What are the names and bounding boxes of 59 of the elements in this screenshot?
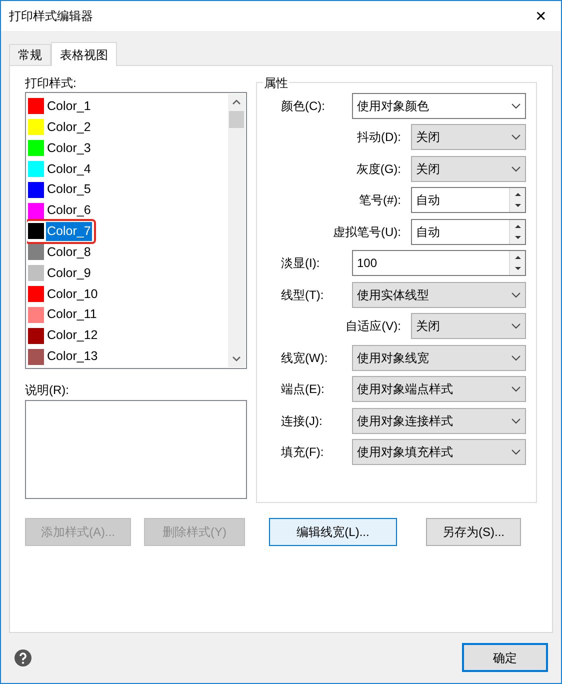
field-label: 淡显(I): xyxy=(281,256,320,270)
dropdown[interactable]: 关闭 xyxy=(411,313,526,340)
list-item[interactable]: Color_6 xyxy=(27,200,228,222)
field-label: 笔号(#): xyxy=(359,192,401,210)
field-label: 虚拟笔号(U): xyxy=(333,224,401,241)
action-button[interactable]: 另存为(S)... xyxy=(426,518,521,546)
scroll-thumb[interactable] xyxy=(229,111,244,128)
dropdown[interactable]: 使用对象颜色 xyxy=(352,92,526,119)
dropdown[interactable]: 使用对象填充样式 xyxy=(352,439,526,466)
list-item[interactable]: Color_2 xyxy=(27,116,228,138)
list-item[interactable]: Color_9 xyxy=(27,262,228,284)
chevron-down-icon xyxy=(511,449,521,456)
help-icon[interactable] xyxy=(14,648,32,666)
field-label: 自适应(V): xyxy=(346,318,401,336)
dropdown[interactable]: 关闭 xyxy=(411,124,526,150)
group-title: 属性 xyxy=(263,74,289,92)
list-item[interactable]: Color_8 xyxy=(27,242,228,263)
tab[interactable]: 表格视图 xyxy=(51,42,117,66)
close-button[interactable]: ✕ xyxy=(521,1,561,31)
chevron-down-icon xyxy=(511,102,521,109)
chevron-down-icon xyxy=(511,134,521,140)
dropdown[interactable]: 使用对象线宽 xyxy=(352,344,526,371)
dropdown[interactable]: 使用对象连接样式 xyxy=(352,408,526,434)
list-item[interactable]: Color_10 xyxy=(27,284,228,304)
chevron-down-icon xyxy=(511,386,521,392)
spin-field[interactable]: 自动 xyxy=(411,187,526,214)
description-label: 说明(R): xyxy=(25,382,70,399)
window-title: 打印样式编辑器 xyxy=(8,8,94,25)
field-label: 连接(J): xyxy=(281,414,322,428)
chevron-down-icon xyxy=(511,418,521,424)
field-label: 抖动(D): xyxy=(357,129,401,146)
description-field[interactable] xyxy=(25,400,247,499)
list-item[interactable]: Color_1 xyxy=(27,96,228,117)
field-label: 线宽(W): xyxy=(281,350,328,365)
spin-field[interactable]: 100 xyxy=(352,250,526,276)
list-item[interactable]: Color_3 xyxy=(27,138,228,159)
field-label: 灰度(G): xyxy=(356,160,401,178)
chevron-down-icon xyxy=(511,323,521,330)
chevron-down-icon xyxy=(511,354,521,361)
list-item[interactable]: Color_13 xyxy=(27,346,228,367)
field-label: 填充(F): xyxy=(281,445,324,460)
chevron-down-icon xyxy=(511,166,521,172)
dropdown[interactable]: 关闭 xyxy=(411,156,526,182)
list-item[interactable]: Color_5 xyxy=(27,179,228,200)
field-label: 颜色(C): xyxy=(281,98,325,113)
list-item[interactable]: Color_11 xyxy=(27,304,228,326)
ok-button[interactable]: 确定 xyxy=(462,643,548,672)
dropdown[interactable]: 使用对象端点样式 xyxy=(352,376,526,402)
action-button[interactable]: 编辑线宽(L)... xyxy=(269,518,397,546)
field-label: 线型(T): xyxy=(281,288,324,302)
list-label: 打印样式: xyxy=(25,75,78,92)
dropdown[interactable]: 使用实体线型 xyxy=(352,282,526,308)
list-item[interactable]: Color_12 xyxy=(27,325,228,346)
scrollbar[interactable] xyxy=(228,94,245,367)
list-item[interactable]: Color_4 xyxy=(27,158,228,180)
tab[interactable]: 常规 xyxy=(9,44,51,65)
field-label: 端点(E): xyxy=(281,382,324,396)
chevron-down-icon xyxy=(511,292,521,298)
spin-field[interactable]: 自动 xyxy=(411,218,526,245)
